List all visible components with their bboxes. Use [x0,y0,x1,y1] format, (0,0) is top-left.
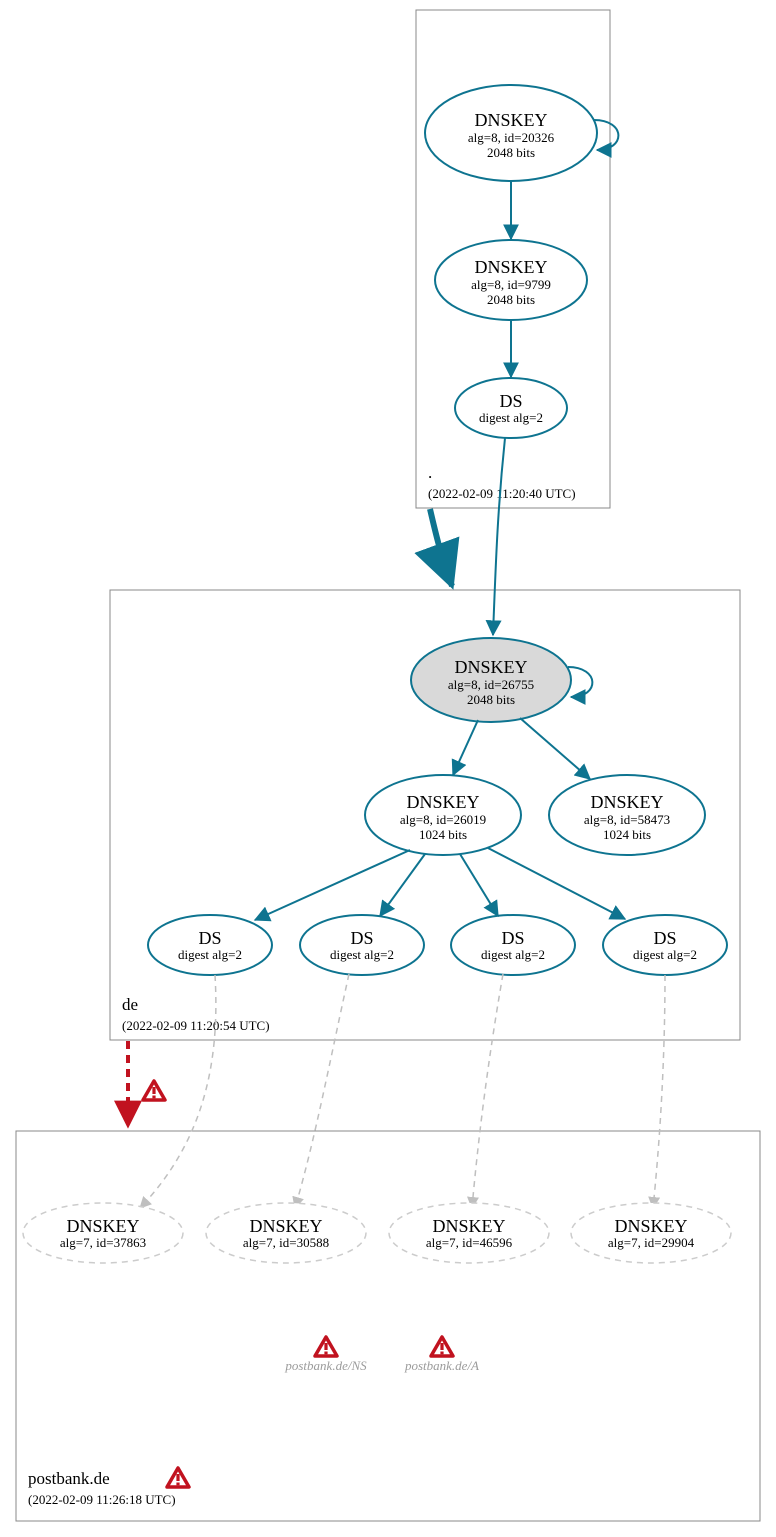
svg-text:1024 bits: 1024 bits [603,827,651,842]
warn-icon [167,1468,189,1487]
dnssec-diagram: . (2022-02-09 11:20:40 UTC) DNSKEY alg=8… [0,0,776,1537]
svg-text:2048 bits: 2048 bits [467,692,515,707]
query-postbank-a: postbank.de/A [404,1358,479,1373]
node-de-zsk2: DNSKEY alg=8, id=58473 1024 bits [549,775,705,855]
svg-text:alg=7, id=37863: alg=7, id=37863 [60,1235,146,1250]
edge-ds3-to-pbk3 [472,974,503,1208]
svg-text:DS: DS [499,391,522,411]
node-de-ds2: DS digest alg=2 [300,915,424,975]
warn-icon [315,1337,337,1356]
node-root-zsk: DNSKEY alg=8, id=9799 2048 bits [435,240,587,320]
zone-postbank-box [16,1131,760,1521]
node-de-ds3: DS digest alg=2 [451,915,575,975]
svg-text:digest alg=2: digest alg=2 [178,947,242,962]
svg-text:2048 bits: 2048 bits [487,292,535,307]
svg-text:DNSKEY: DNSKEY [614,1216,687,1236]
svg-text:DNSKEY: DNSKEY [406,792,479,812]
svg-text:alg=8, id=20326: alg=8, id=20326 [468,130,555,145]
svg-text:DNSKEY: DNSKEY [249,1216,322,1236]
svg-text:DNSKEY: DNSKEY [66,1216,139,1236]
svg-text:alg=7, id=30588: alg=7, id=30588 [243,1235,329,1250]
svg-text:DNSKEY: DNSKEY [590,792,663,812]
svg-text:digest alg=2: digest alg=2 [330,947,394,962]
node-postbank-k1: DNSKEY alg=7, id=37863 [23,1203,183,1263]
svg-text:DS: DS [198,928,221,948]
svg-text:DNSKEY: DNSKEY [432,1216,505,1236]
svg-text:DNSKEY: DNSKEY [474,110,547,130]
svg-text:digest alg=2: digest alg=2 [481,947,545,962]
node-de-zsk1: DNSKEY alg=8, id=26019 1024 bits [365,775,521,855]
edge-root-ds-to-de-ksk [493,438,505,635]
edge-de-ksk-to-zsk1 [453,720,478,775]
zone-root-label: . [428,463,432,482]
node-postbank-k4: DNSKEY alg=7, id=29904 [571,1203,731,1263]
svg-text:alg=7, id=29904: alg=7, id=29904 [608,1235,695,1250]
svg-text:digest alg=2: digest alg=2 [633,947,697,962]
svg-text:DNSKEY: DNSKEY [474,257,547,277]
edge-de-zsk1-to-ds3 [460,854,498,916]
edge-de-zsk1-to-ds2 [380,854,425,916]
svg-text:1024 bits: 1024 bits [419,827,467,842]
svg-text:DS: DS [350,928,373,948]
svg-text:alg=8, id=58473: alg=8, id=58473 [584,812,670,827]
node-postbank-k3: DNSKEY alg=7, id=46596 [389,1203,549,1263]
svg-text:DS: DS [653,928,676,948]
svg-text:alg=8, id=26019: alg=8, id=26019 [400,812,486,827]
edge-root-to-de-zone [430,509,452,586]
warn-icon [143,1081,165,1100]
edge-de-zsk1-to-ds4 [488,848,625,919]
node-root-ds: DS digest alg=2 [455,378,567,438]
zone-de-label: de [122,995,138,1014]
svg-text:alg=7, id=46596: alg=7, id=46596 [426,1235,513,1250]
edge-ds2-to-pbk2 [295,974,349,1208]
svg-text:alg=8, id=26755: alg=8, id=26755 [448,677,534,692]
svg-text:DS: DS [501,928,524,948]
zone-postbank-label: postbank.de [28,1469,110,1488]
zone-root-date: (2022-02-09 11:20:40 UTC) [428,486,576,501]
node-root-ksk: DNSKEY alg=8, id=20326 2048 bits [425,85,597,181]
node-de-ds1: DS digest alg=2 [148,915,272,975]
zone-postbank-date: (2022-02-09 11:26:18 UTC) [28,1492,176,1507]
node-de-ksk: DNSKEY alg=8, id=26755 2048 bits [411,638,571,722]
svg-text:digest alg=2: digest alg=2 [479,410,543,425]
warn-icon [431,1337,453,1356]
svg-text:2048 bits: 2048 bits [487,145,535,160]
edge-ds4-to-pbk4 [653,975,665,1208]
svg-text:alg=8, id=9799: alg=8, id=9799 [471,277,551,292]
zone-de-date: (2022-02-09 11:20:54 UTC) [122,1018,270,1033]
query-postbank-ns: postbank.de/NS [284,1358,367,1373]
edge-de-zsk1-to-ds1 [255,850,410,920]
node-de-ds4: DS digest alg=2 [603,915,727,975]
edge-de-ksk-to-zsk2 [520,718,590,779]
svg-text:DNSKEY: DNSKEY [454,657,527,677]
node-postbank-k2: DNSKEY alg=7, id=30588 [206,1203,366,1263]
